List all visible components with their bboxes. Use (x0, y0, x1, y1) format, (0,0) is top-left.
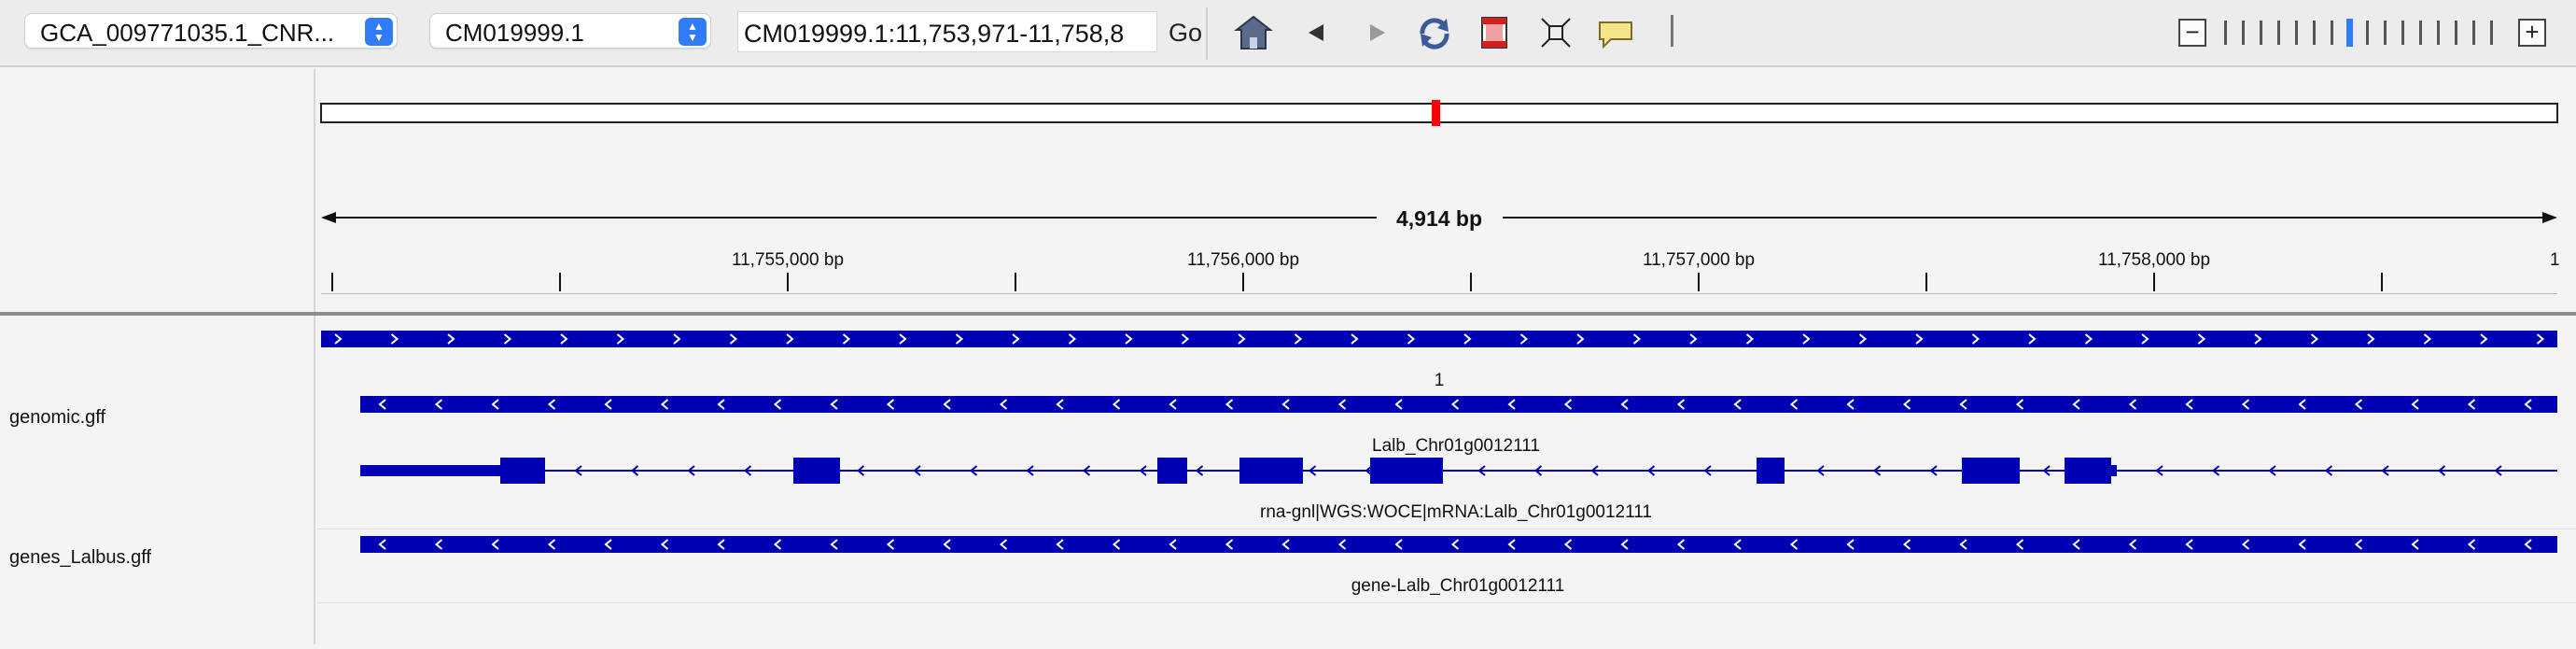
ruler-tick-label: 11,755,000 bp (732, 250, 844, 270)
popup-text-icon[interactable] (1596, 13, 1635, 52)
feature-label-gene-lalbus: gene-Lalb_Chr01g0012111 (1351, 576, 1565, 596)
zoom-level-tick[interactable] (2455, 21, 2457, 45)
zoom-level-tick[interactable] (2384, 21, 2387, 45)
toolbar-separator (1206, 7, 1208, 60)
zoom-level-tick[interactable] (2260, 21, 2262, 45)
zoom-level-tick[interactable] (2366, 21, 2369, 45)
locus-input[interactable]: CM019999.1:11,753,971-11,758,8 (737, 11, 1157, 52)
zoom-level-tick[interactable] (2224, 21, 2227, 45)
zoom-out-button[interactable]: − (2178, 19, 2206, 47)
ruler-tick-label: 11,757,000 bp (1643, 250, 1755, 270)
zoom-level-tick[interactable] (2295, 21, 2298, 45)
zoom-level-current[interactable] (2346, 19, 2353, 47)
genome-select[interactable]: GCA_009771035.1_CNR... ▲ ▼ (24, 13, 398, 49)
zoom-level-tick[interactable] (2472, 21, 2475, 45)
toolbar-separator (1671, 15, 1673, 47)
zoom-level-tick[interactable] (2313, 21, 2316, 45)
feature-gene-lalb[interactable] (360, 396, 2557, 413)
zoom-level-tick[interactable] (2419, 21, 2422, 45)
ruler-tick-label: 11,758,000 bp (2098, 250, 2210, 270)
data-panel: 4,914 bp 11,755,000 bp 11,756,000 bp 11,… (317, 69, 2576, 644)
go-button[interactable]: Go (1169, 19, 1202, 48)
feature-region-1[interactable] (321, 331, 2557, 347)
ruler-edge-label: 1 (2550, 250, 2560, 270)
chromosome-select-value: CM019999.1 (445, 19, 584, 47)
track-name-genomic-gff[interactable]: genomic.gff (9, 407, 105, 429)
genome-select-chevron-icon: ▲ ▼ (365, 18, 393, 46)
track-name-panel: genomic.gff genes_Lalbus.gff (0, 69, 315, 644)
zoom-level-tick[interactable] (2490, 21, 2493, 45)
fit-to-window-icon[interactable] (1536, 13, 1575, 52)
chromosome-select[interactable]: CM019999.1 ▲ ▼ (429, 13, 711, 49)
roi-icon[interactable] (1475, 13, 1514, 52)
genome-select-value: GCA_009771035.1_CNR... (40, 19, 335, 47)
ruler-ticks (331, 273, 2383, 291)
track-separator (317, 602, 2576, 603)
zoom-level-tick[interactable] (2401, 21, 2404, 45)
back-arrow-icon[interactable] (1297, 13, 1337, 52)
ruler-span-label: 4,914 bp (1396, 206, 1482, 231)
feature-gene-lalbus[interactable] (360, 536, 2557, 553)
ruler-tick-label: 11,756,000 bp (1187, 250, 1299, 270)
refresh-icon[interactable] (1415, 13, 1454, 52)
zoom-level-tick[interactable] (2437, 21, 2440, 45)
chromosome-select-chevron-icon: ▲ ▼ (679, 18, 707, 46)
ruler-baseline (321, 293, 2557, 294)
toolbar: GCA_009771035.1_CNR... ▲ ▼ CM019999.1 ▲ ▼ … (0, 0, 2576, 67)
locus-input-value: CM019999.1:11,753,971-11,758,8 (744, 20, 1125, 48)
zoom-level-tick[interactable] (2331, 21, 2333, 45)
zoom-in-button[interactable]: + (2518, 19, 2546, 47)
zoom-level-tick[interactable] (2242, 21, 2245, 45)
forward-arrow-icon[interactable] (1357, 13, 1396, 52)
chromosome-current-region-marker (1432, 100, 1440, 126)
zoom-slider[interactable] (2224, 19, 2504, 47)
track-name-genes-lalbus[interactable]: genes_Lalbus.gff (9, 547, 151, 569)
zoom-level-tick[interactable] (2277, 21, 2280, 45)
feature-label-1: 1 (1435, 371, 1445, 390)
feature-label-mrna: rna-gnl|WGS:WOCE|mRNA:Lalb_Chr01g0012111 (1260, 502, 1652, 522)
feature-label-gene: Lalb_Chr01g0012111 (1372, 436, 1540, 456)
home-icon[interactable] (1234, 13, 1273, 52)
